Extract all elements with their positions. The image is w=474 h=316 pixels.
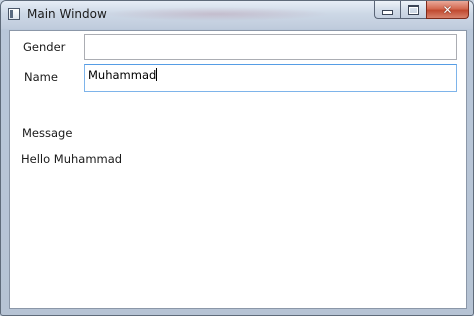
name-label: Name [24, 70, 58, 84]
window-title: Main Window [27, 7, 107, 21]
maximize-icon [408, 4, 419, 15]
name-field[interactable]: Muhammad [84, 64, 457, 92]
caption-buttons: ✕ [374, 1, 469, 20]
text-caret [156, 68, 158, 81]
main-window: Main Window ✕ Gender Name Muhammad Messa… [0, 0, 474, 316]
title-bar-background [101, 7, 331, 21]
title-bar[interactable]: Main Window ✕ [1, 1, 473, 29]
gender-label: Gender [23, 40, 66, 54]
maximize-button[interactable] [400, 1, 426, 19]
minimize-icon [382, 10, 393, 15]
minimize-button[interactable] [374, 1, 400, 19]
window-app-icon[interactable] [8, 8, 20, 20]
client-area: Gender Name Muhammad Message Hello Muham… [9, 30, 467, 309]
close-icon: ✕ [442, 2, 453, 17]
gender-field[interactable] [84, 34, 457, 60]
name-field-value: Muhammad [88, 68, 157, 82]
close-button[interactable]: ✕ [426, 1, 469, 19]
message-label: Message [22, 126, 73, 140]
message-text: Hello Muhammad [21, 152, 123, 166]
